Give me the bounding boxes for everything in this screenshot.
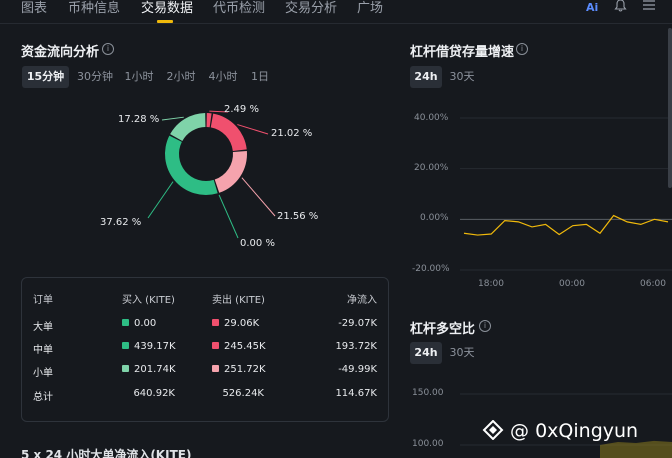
- period-15m[interactable]: 15分钟: [22, 66, 69, 88]
- donut-label-medium-buy: 37.62 %: [100, 217, 142, 228]
- tab-trade-data[interactable]: 交易数据: [141, 0, 193, 16]
- row-large-sell: 29.06K: [212, 318, 259, 329]
- donut-leader-line: [161, 116, 184, 121]
- period-30m[interactable]: 30分钟: [72, 66, 118, 88]
- margin-lending-title: 杠杆借贷存量增速: [410, 45, 515, 60]
- donut-leader-line: [241, 177, 276, 217]
- x-tick: 06:00: [640, 279, 666, 289]
- sell-dot: [212, 342, 219, 349]
- row-large-name: 大单: [33, 322, 53, 333]
- row-small-buy: 201.74K: [122, 364, 176, 375]
- row-medium-buy: 439.17K: [122, 341, 176, 352]
- long-short-area: [600, 440, 672, 458]
- long-short-title: 杠杆多空比: [410, 322, 476, 337]
- donut-slice: [214, 151, 247, 193]
- period-1d[interactable]: 1日: [247, 66, 273, 88]
- y-tick: 20.00%: [414, 163, 449, 173]
- long-short-chart: [460, 393, 672, 458]
- tab-square[interactable]: 广场: [357, 0, 383, 16]
- donut-leader-line: [147, 181, 174, 219]
- col-sell: 卖出 (KITE): [212, 295, 265, 306]
- row-medium-sell: 245.45K: [212, 341, 266, 352]
- row-medium-name: 中单: [33, 345, 53, 356]
- row-small-name: 小单: [33, 368, 53, 379]
- ai-icon[interactable]: Ai: [586, 1, 598, 14]
- donut-slice: [206, 113, 212, 128]
- buy-dot: [122, 319, 129, 326]
- tab-chart[interactable]: 图表: [21, 0, 47, 16]
- sell-dot: [212, 319, 219, 326]
- x-tick: 00:00: [559, 279, 585, 289]
- y-tick: 40.00%: [414, 113, 449, 123]
- row-large-net: -29.07K: [338, 318, 377, 329]
- big-order-netflow-title: 5 x 24 小时大单净流入(KITE): [21, 448, 192, 458]
- col-order: 订单: [33, 295, 53, 306]
- watermark: @ 0xQingyun: [482, 419, 638, 442]
- donut-label-medium-sell: 21.02 %: [271, 128, 313, 139]
- fund-flow-title: 资金流向分析: [21, 45, 100, 60]
- ls-period-30d[interactable]: 30天: [445, 342, 479, 364]
- row-total-name: 总计: [33, 392, 53, 403]
- row-total-net: 114.67K: [335, 388, 377, 399]
- active-tab-indicator: [157, 20, 173, 23]
- period-2h[interactable]: 2小时: [162, 66, 200, 88]
- info-icon[interactable]: i: [516, 43, 528, 55]
- row-small-net: -49.99K: [338, 364, 377, 375]
- fund-flow-donut: 2.49 % 21.02 % 21.56 % 0.00 % 37.62 % 17…: [100, 98, 330, 258]
- margin-period-24h[interactable]: 24h: [410, 66, 442, 88]
- donut-leader-line: [237, 124, 269, 135]
- donut-label-large-buy: 0.00 %: [240, 238, 275, 249]
- bell-icon[interactable]: [614, 0, 627, 16]
- buy-dot: [122, 342, 129, 349]
- col-net: 净流入: [347, 295, 377, 306]
- lending-growth-line: [463, 214, 669, 236]
- donut-leader-line: [218, 194, 239, 239]
- menu-icon[interactable]: [642, 0, 656, 14]
- top-nav: 图表 币种信息 交易数据 代币检测 交易分析 广场 Ai: [0, 0, 672, 24]
- buy-dot: [122, 365, 129, 372]
- tab-trade-analysis[interactable]: 交易分析: [285, 0, 337, 16]
- col-buy: 买入 (KITE): [122, 295, 175, 306]
- row-total-buy: 640.92K: [133, 388, 175, 399]
- x-tick: 18:00: [478, 279, 504, 289]
- diamond-logo-icon: [482, 419, 504, 441]
- info-icon[interactable]: i: [102, 43, 114, 55]
- period-4h[interactable]: 4小时: [204, 66, 242, 88]
- donut-slice: [210, 113, 247, 151]
- donut-label-large-sell: 2.49 %: [224, 104, 259, 115]
- row-medium-net: 193.72K: [335, 341, 377, 352]
- ls-period-24h[interactable]: 24h: [410, 342, 442, 364]
- row-small-sell: 251.72K: [212, 364, 266, 375]
- margin-lending-chart: [460, 117, 672, 271]
- donut-slice: [165, 135, 218, 195]
- donut-label-small-sell: 21.56 %: [277, 211, 319, 222]
- sell-dot: [212, 365, 219, 372]
- margin-period-30d[interactable]: 30天: [445, 66, 479, 88]
- donut-slice: [170, 113, 206, 141]
- tab-token-check[interactable]: 代币检测: [213, 0, 265, 16]
- y-tick: 100.00: [412, 439, 444, 449]
- y-tick: 150.00: [412, 388, 444, 398]
- scrollbar[interactable]: [668, 28, 672, 188]
- row-large-buy: 0.00: [122, 318, 156, 329]
- y-tick: -20.00%: [412, 264, 450, 274]
- info-icon[interactable]: i: [479, 320, 491, 332]
- tab-coin-info[interactable]: 币种信息: [68, 0, 120, 16]
- y-tick: 0.00%: [420, 213, 449, 223]
- row-total-sell: 526.24K: [222, 388, 264, 399]
- donut-label-small-buy: 17.28 %: [118, 114, 160, 125]
- period-1h[interactable]: 1小时: [120, 66, 158, 88]
